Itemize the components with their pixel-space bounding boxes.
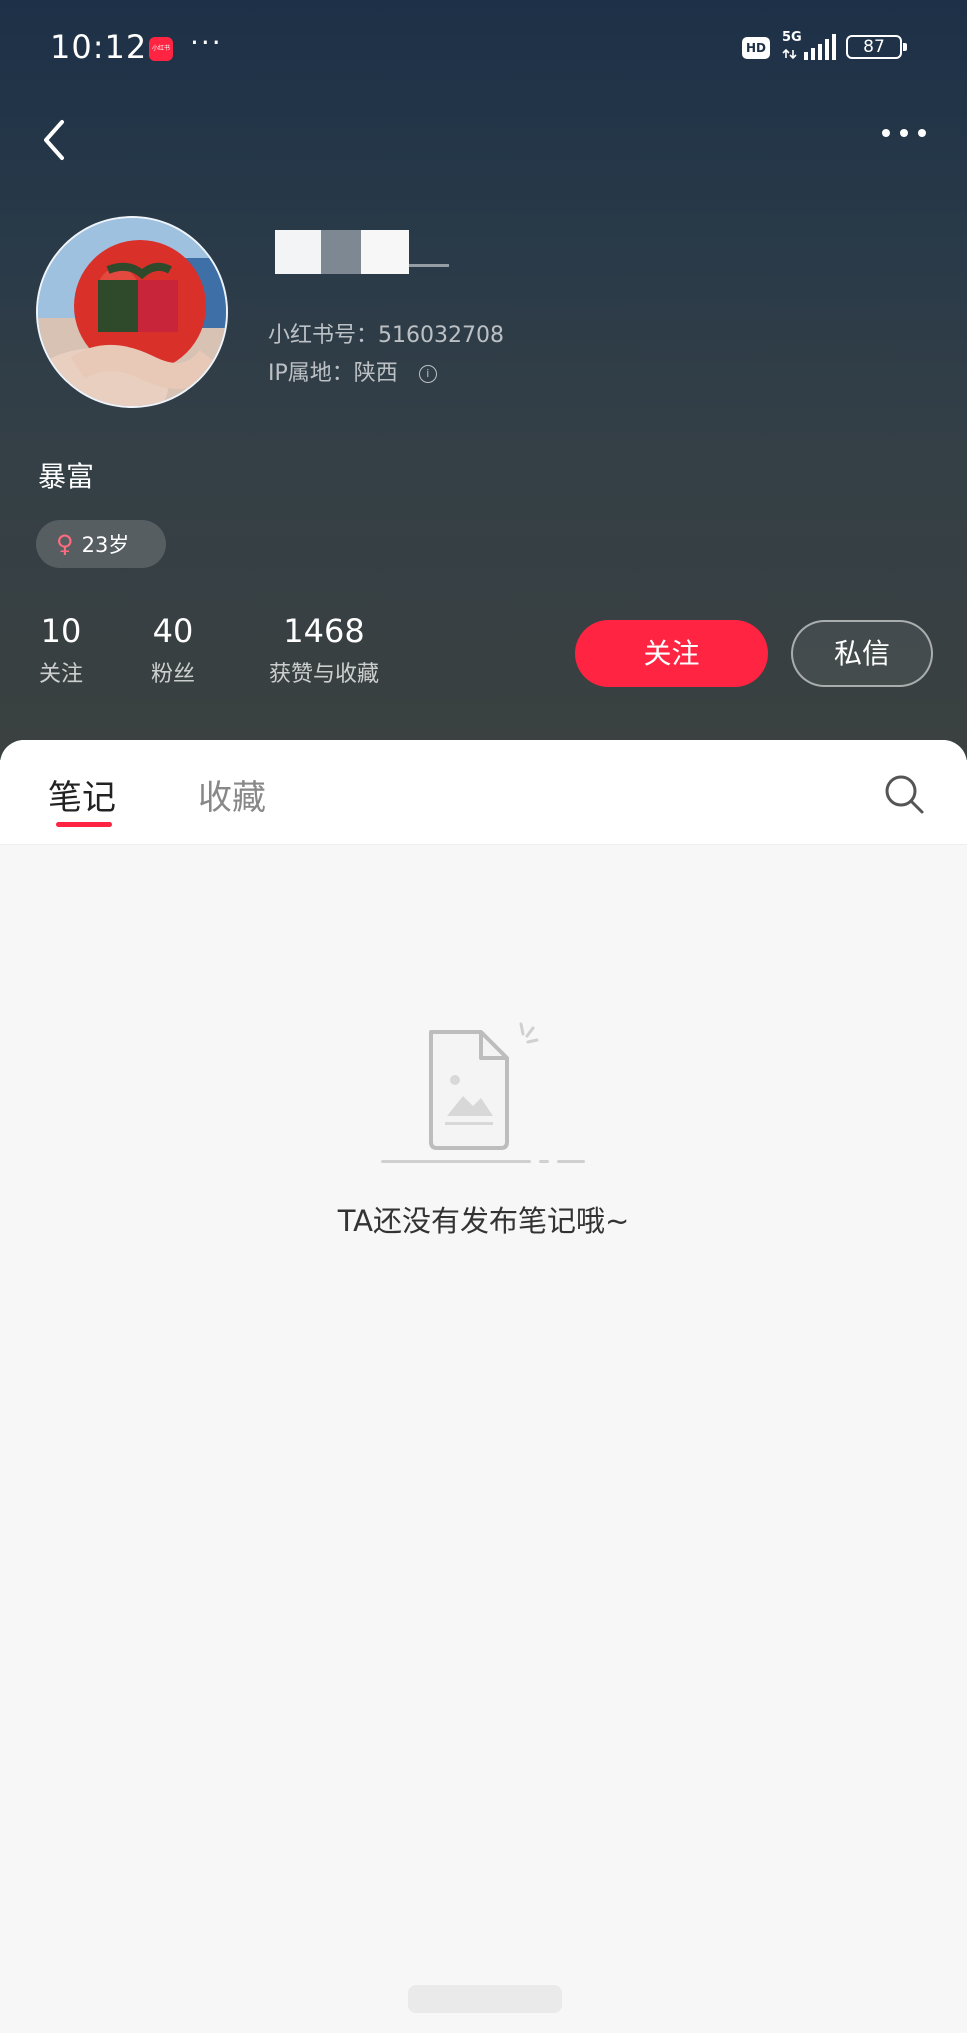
stat-label: 关注	[38, 662, 83, 687]
signal-icon	[782, 34, 836, 60]
follow-button[interactable]: 关注	[575, 620, 768, 687]
more-options-icon[interactable]	[872, 112, 932, 152]
message-button[interactable]: 私信	[791, 620, 933, 687]
ip-location-row: IP属地：陕西 i	[268, 355, 437, 387]
stat-label: 粉丝	[150, 662, 195, 687]
content-panel: 笔记 收藏 TA还没有发布笔记哦~	[0, 740, 967, 2033]
ip-location: IP属地：陕西	[268, 361, 398, 386]
tab-collections[interactable]: 收藏	[198, 770, 266, 819]
avatar[interactable]	[36, 216, 228, 408]
hd-icon: HD	[742, 37, 770, 59]
female-icon: ♀	[56, 530, 74, 558]
stat-value: 10	[40, 612, 82, 650]
watermark-redacted	[408, 1985, 562, 2013]
user-id: 小红书号：516032708	[268, 323, 504, 348]
empty-note-illustration	[381, 1022, 585, 1163]
info-icon[interactable]: i	[418, 365, 437, 383]
stat-following[interactable]: 10 关注	[36, 612, 86, 688]
status-more-icon: ···	[190, 26, 223, 59]
stat-likes-collects[interactable]: 1468 获赞与收藏	[262, 612, 386, 688]
empty-state-text: TA还没有发布笔记哦~	[337, 1204, 630, 1238]
age-tag: ♀ 23岁	[36, 520, 166, 568]
user-bio: 暴富	[38, 460, 95, 493]
status-time: 10:12	[50, 28, 148, 66]
active-tab-indicator	[56, 822, 112, 827]
username-redacted	[275, 230, 455, 274]
tab-bar: 笔记 收藏	[0, 740, 967, 845]
stat-label: 获赞与收藏	[268, 662, 379, 687]
stat-value: 40	[152, 612, 194, 650]
age-label: 23岁	[81, 533, 130, 557]
battery-icon: 87	[846, 35, 907, 59]
search-icon[interactable]	[882, 772, 926, 816]
tab-notes[interactable]: 笔记	[48, 770, 116, 819]
back-icon[interactable]	[30, 110, 80, 170]
stat-value: 1468	[283, 612, 365, 650]
app-notification-icon: 小红书	[149, 37, 173, 61]
stat-followers[interactable]: 40 粉丝	[148, 612, 198, 688]
